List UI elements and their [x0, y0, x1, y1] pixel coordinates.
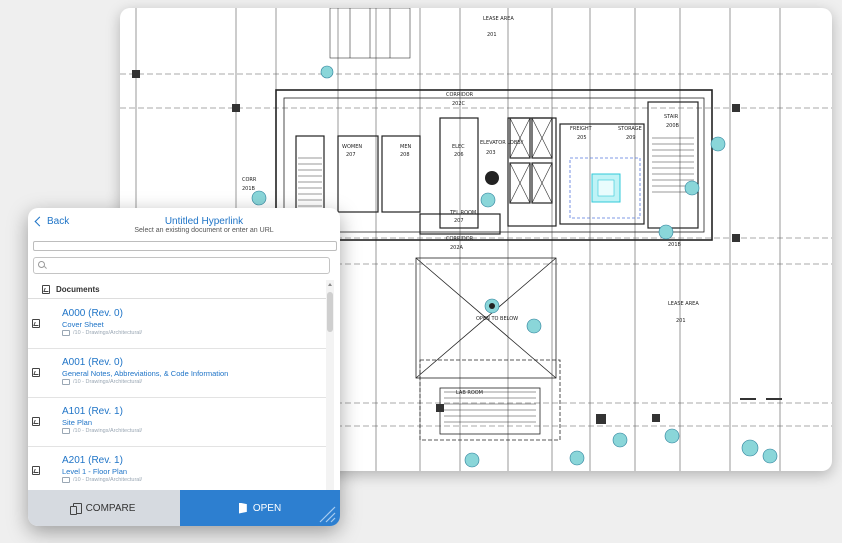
- back-button[interactable]: Back: [34, 216, 70, 227]
- scroll-up-icon[interactable]: [328, 283, 332, 286]
- label-freight-num: 205: [577, 135, 587, 141]
- resize-grip-icon[interactable]: [316, 503, 336, 523]
- folder-icon: [62, 428, 70, 434]
- open-button[interactable]: OPEN: [180, 490, 340, 526]
- label-lease-area-right-num: 201: [676, 318, 686, 324]
- document-description: Site Plan: [62, 418, 93, 427]
- label-elevator-lobby-num: 203: [486, 150, 496, 156]
- document-path-text: /10 - Drawings/Architectural/: [73, 477, 143, 483]
- document-description: Level 1 - Floor Plan: [62, 467, 128, 476]
- compare-button[interactable]: COMPARE: [28, 490, 180, 526]
- document-path-text: /10 - Drawings/Architectural/: [73, 428, 143, 434]
- dialog-subtitle: Select an existing document or enter an …: [134, 227, 274, 234]
- open-label: OPEN: [252, 502, 282, 514]
- label-corr-num: 201B: [242, 186, 256, 192]
- search-input[interactable]: [48, 258, 322, 275]
- document-icon: [42, 284, 50, 294]
- search-box[interactable]: [33, 257, 330, 275]
- document-description: Cover Sheet: [62, 320, 104, 329]
- document-path: /10 - Drawings/Architectural/: [62, 477, 142, 483]
- document-path: /10 - Drawings/Architectural/: [62, 330, 142, 336]
- list-item[interactable]: A201 (Rev. 1) Level 1 - Floor Plan /10 -…: [28, 447, 326, 490]
- document-path-text: /10 - Drawings/Architectural/: [73, 379, 143, 385]
- documents-section-header[interactable]: Documents: [28, 280, 326, 299]
- open-door-icon: [238, 502, 247, 514]
- label-corridor-top-num: 202C: [452, 101, 466, 107]
- label-storage-num: 209: [626, 135, 636, 141]
- folder-icon: [62, 477, 70, 483]
- label-elec-num: 206: [454, 152, 464, 158]
- label-women: WOMEN: [342, 144, 362, 150]
- compare-label: COMPARE: [85, 502, 136, 514]
- label-corr: CORR: [242, 177, 257, 183]
- dialog-footer: COMPARE OPEN: [28, 490, 340, 526]
- document-path: /10 - Drawings/Architectural/: [62, 428, 142, 434]
- document-path: /10 - Drawings/Architectural/: [62, 379, 142, 385]
- document-name: A000 (Rev. 0): [62, 308, 123, 319]
- label-freight: FREIGHT: [570, 126, 593, 132]
- document-name: A101 (Rev. 1): [62, 406, 123, 417]
- label-elec: ELEC: [452, 144, 465, 150]
- label-lab-room: LAB ROOM: [456, 390, 483, 396]
- document-name: A201 (Rev. 1): [62, 455, 123, 466]
- back-label: Back: [47, 216, 70, 227]
- hyperlink-dialog: Back Untitled Hyperlink Select an existi…: [28, 208, 340, 526]
- list-item[interactable]: A001 (Rev. 0) General Notes, Abbreviatio…: [28, 349, 326, 398]
- label-tel-room-num: 207: [454, 218, 464, 224]
- document-icon: [32, 368, 40, 377]
- label-lease-area-top: LEASE AREA: [483, 16, 514, 22]
- dialog-header: Back Untitled Hyperlink Select an existi…: [28, 208, 340, 240]
- url-input[interactable]: [33, 241, 337, 251]
- list-item[interactable]: A101 (Rev. 1) Site Plan /10 - Drawings/A…: [28, 398, 326, 447]
- label-stair-right-num: 201B: [668, 242, 682, 248]
- label-stair-num: 200B: [666, 123, 680, 129]
- label-men: MEN: [400, 144, 411, 150]
- label-tel-room: TEL ROOM: [449, 210, 476, 216]
- label-women-num: 207: [346, 152, 356, 158]
- label-corridor-bottom-num: 202A: [450, 245, 464, 251]
- document-name: A001 (Rev. 0): [62, 357, 123, 368]
- document-icon: [32, 417, 40, 426]
- label-lease-area-top-num: 201: [487, 32, 497, 38]
- search-icon: [38, 261, 45, 268]
- label-storage: STORAGE: [618, 126, 642, 132]
- chevron-left-icon: [34, 216, 45, 227]
- folder-icon: [62, 379, 70, 385]
- document-icon: [32, 319, 40, 328]
- list-item[interactable]: A000 (Rev. 0) Cover Sheet /10 - Drawings…: [28, 300, 326, 349]
- scroll-thumb[interactable]: [327, 292, 333, 332]
- label-open-to-below: OPEN TO BELOW: [476, 316, 518, 322]
- compare-icon: [69, 502, 82, 515]
- label-men-num: 208: [400, 152, 410, 158]
- label-lease-area-right: LEASE AREA: [668, 301, 699, 307]
- folder-icon: [62, 330, 70, 336]
- label-elevator-lobby: ELEVATOR LOBBY: [480, 140, 524, 146]
- label-corridor-bottom: CORRIDOR: [446, 236, 474, 242]
- document-path-text: /10 - Drawings/Architectural/: [73, 330, 143, 336]
- label-corridor-top: CORRIDOR: [446, 92, 474, 98]
- documents-label: Documents: [56, 284, 100, 294]
- list-scrollbar[interactable]: [326, 280, 334, 490]
- document-description: General Notes, Abbreviations, & Code Inf…: [62, 369, 229, 378]
- label-stair: STAIR: [664, 114, 679, 120]
- document-list[interactable]: A000 (Rev. 0) Cover Sheet /10 - Drawings…: [28, 300, 326, 490]
- dialog-title: Untitled Hyperlink: [164, 216, 244, 227]
- document-icon: [32, 466, 40, 475]
